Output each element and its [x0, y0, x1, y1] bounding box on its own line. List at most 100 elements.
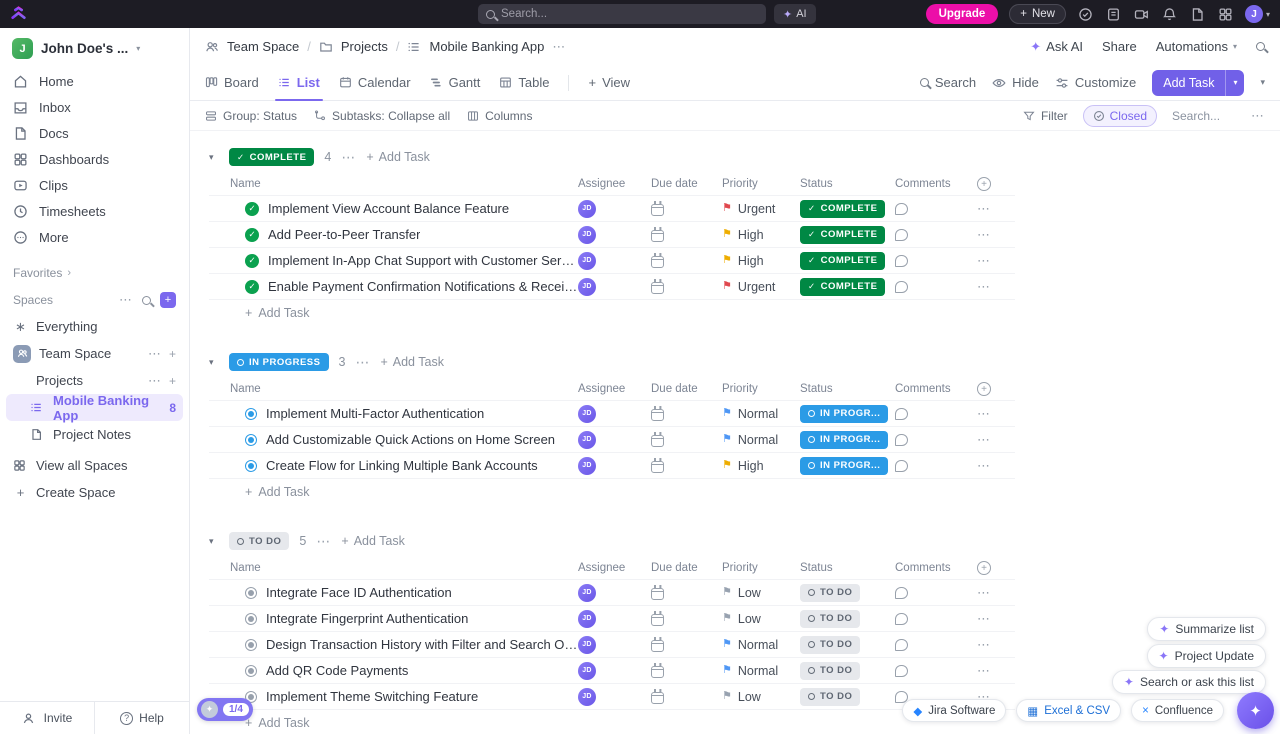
due-date-icon[interactable] — [651, 692, 664, 704]
assignee-avatar[interactable]: JD — [578, 200, 596, 218]
status-badge[interactable]: TO DO — [800, 610, 860, 628]
sidebar-item-mobile-banking-app[interactable]: Mobile Banking App 8 — [6, 394, 183, 421]
due-date-icon[interactable] — [651, 666, 664, 678]
customize-button[interactable]: Customize — [1055, 75, 1136, 90]
row-more-button[interactable]: ⋯ — [977, 663, 991, 679]
doc-icon[interactable] — [1189, 6, 1206, 23]
row-more-button[interactable]: ⋯ — [977, 279, 991, 295]
task-todo-icon[interactable] — [245, 613, 257, 625]
column-header-priority[interactable]: Priority — [722, 383, 800, 395]
column-header-assignee[interactable]: Assignee — [578, 178, 651, 190]
priority-label[interactable]: Normal — [738, 664, 778, 678]
global-search-input[interactable] — [501, 8, 758, 20]
column-header-due-date[interactable]: Due date — [651, 562, 722, 574]
task-name[interactable]: Enable Payment Confirmation Notification… — [268, 279, 578, 294]
add-task-button[interactable]: Add Task ▾ — [1152, 70, 1244, 96]
priority-label[interactable]: High — [738, 254, 764, 268]
column-header-comments[interactable]: Comments — [895, 383, 977, 395]
task-row[interactable]: Add Customizable Quick Actions on Home S… — [209, 427, 1015, 453]
column-header-priority[interactable]: Priority — [722, 178, 800, 190]
row-more-button[interactable]: ⋯ — [977, 227, 991, 243]
status-badge[interactable]: IN PROGR... — [800, 405, 888, 423]
sidebar-item-dashboards[interactable]: Dashboards — [0, 146, 189, 172]
apps-grid-icon[interactable] — [1217, 6, 1234, 23]
column-header-comments[interactable]: Comments — [895, 562, 977, 574]
topbar-ai-button[interactable]: ✦ AI — [774, 4, 816, 24]
sidebar-item-projects[interactable]: Projects ⋯+ — [6, 367, 183, 394]
bell-icon[interactable] — [1161, 6, 1178, 23]
assignee-avatar[interactable]: JD — [578, 636, 596, 654]
column-header-due-date[interactable]: Due date — [651, 178, 722, 190]
due-date-icon[interactable] — [651, 204, 664, 216]
sidebar-item-inbox[interactable]: Inbox — [0, 94, 189, 120]
priority-label[interactable]: Low — [738, 586, 761, 600]
task-name[interactable]: Create Flow for Linking Multiple Bank Ac… — [266, 458, 538, 473]
closed-filter-toggle[interactable]: Closed — [1083, 105, 1157, 127]
user-avatar[interactable]: J — [1245, 5, 1263, 23]
due-date-icon[interactable] — [651, 614, 664, 626]
add-task-row-button[interactable]: +Add Task — [209, 710, 1015, 734]
automations-button[interactable]: Automations▾ — [1156, 39, 1237, 54]
task-name[interactable]: Add Customizable Quick Actions on Home S… — [266, 432, 555, 447]
task-row[interactable]: ✓Add Peer-to-Peer TransferJD⚑High✓COMPLE… — [209, 222, 1015, 248]
task-row[interactable]: Integrate Face ID AuthenticationJD⚑LowTO… — [209, 580, 1015, 606]
group-add-task-button[interactable]: +Add Task — [366, 150, 430, 164]
status-badge[interactable]: TO DO — [800, 584, 860, 602]
task-name[interactable]: Implement Theme Switching Feature — [266, 689, 478, 704]
add-view-button[interactable]: +View — [588, 65, 630, 100]
projects-more-button[interactable]: ⋯ — [148, 373, 162, 389]
assignee-avatar[interactable]: JD — [578, 431, 596, 449]
assignee-avatar[interactable]: JD — [578, 688, 596, 706]
column-header-assignee[interactable]: Assignee — [578, 562, 651, 574]
status-badge[interactable]: ✓COMPLETE — [800, 200, 885, 218]
status-badge[interactable]: IN PROGR... — [800, 431, 888, 449]
column-header-priority[interactable]: Priority — [722, 562, 800, 574]
assignee-avatar[interactable]: JD — [578, 252, 596, 270]
priority-label[interactable]: Urgent — [738, 202, 776, 216]
task-row[interactable]: Implement Multi-Factor AuthenticationJD⚑… — [209, 401, 1015, 427]
view-search-button[interactable]: Search — [920, 75, 976, 90]
column-header-comments[interactable]: Comments — [895, 178, 977, 190]
comment-icon[interactable] — [895, 229, 908, 241]
task-name[interactable]: Add QR Code Payments — [266, 663, 408, 678]
clickup-logo-icon[interactable] — [10, 6, 27, 23]
priority-label[interactable]: Low — [738, 612, 761, 626]
task-todo-icon[interactable] — [245, 587, 257, 599]
ask-ai-button[interactable]: ✦Ask AI — [1030, 39, 1083, 55]
row-more-button[interactable]: ⋯ — [977, 458, 991, 474]
task-in-progress-icon[interactable] — [245, 460, 257, 472]
comment-icon[interactable] — [895, 613, 908, 625]
task-complete-icon[interactable]: ✓ — [245, 280, 259, 294]
task-in-progress-icon[interactable] — [245, 408, 257, 420]
sidebar-item-docs[interactable]: Docs — [0, 120, 189, 146]
due-date-icon[interactable] — [651, 435, 664, 447]
tab-calendar[interactable]: Calendar — [339, 65, 411, 100]
sidebar-item-more[interactable]: More — [0, 224, 189, 250]
due-date-icon[interactable] — [651, 461, 664, 473]
toolbar-more-button[interactable]: ⋯ — [1251, 108, 1265, 124]
group-more-button[interactable]: ⋯ — [355, 354, 370, 371]
view-all-spaces-button[interactable]: View all Spaces — [6, 452, 183, 479]
status-badge[interactable]: TO DO — [800, 662, 860, 680]
comment-icon[interactable] — [895, 460, 908, 472]
hide-button[interactable]: Hide — [992, 75, 1039, 90]
status-badge[interactable]: TO DO — [800, 636, 860, 654]
task-complete-icon[interactable]: ✓ — [245, 228, 259, 242]
add-task-row-button[interactable]: +Add Task — [209, 479, 1015, 505]
assignee-avatar[interactable]: JD — [578, 457, 596, 475]
jira-software-button[interactable]: ◆Jira Software — [902, 699, 1006, 722]
assignee-avatar[interactable]: JD — [578, 226, 596, 244]
add-column-button[interactable]: + — [977, 382, 991, 396]
record-video-icon[interactable] — [1133, 6, 1150, 23]
priority-label[interactable]: High — [738, 459, 764, 473]
summarize-list-button[interactable]: ✦Summarize list — [1147, 617, 1266, 641]
collapse-group-arrow-icon[interactable]: ▾ — [209, 536, 219, 547]
group-status-badge[interactable]: IN PROGRESS — [229, 353, 329, 371]
priority-label[interactable]: Low — [738, 690, 761, 704]
project-update-button[interactable]: ✦Project Update — [1147, 644, 1266, 668]
status-badge[interactable]: ✓COMPLETE — [800, 226, 885, 244]
task-row[interactable]: Implement Theme Switching FeatureJD⚑LowT… — [209, 684, 1015, 710]
sidebar-item-clips[interactable]: Clips — [0, 172, 189, 198]
row-more-button[interactable]: ⋯ — [977, 637, 991, 653]
breadcrumb-current-list[interactable]: Mobile Banking App — [429, 39, 544, 54]
